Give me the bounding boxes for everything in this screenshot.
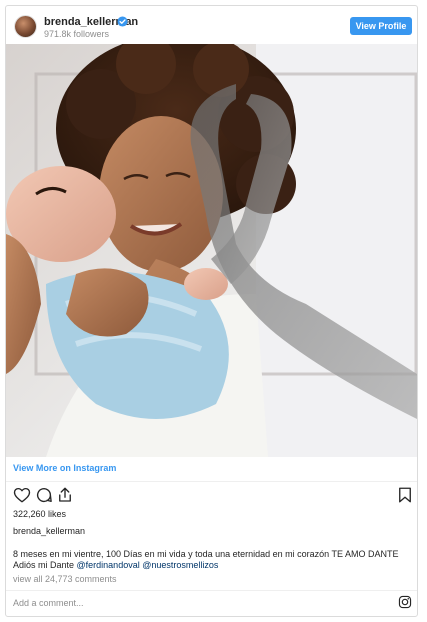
heart-icon[interactable] bbox=[13, 486, 31, 504]
mention-link[interactable]: @ferdinandoval bbox=[77, 560, 140, 570]
post-header: brenda_kellerman 971.8k followers View P… bbox=[6, 6, 417, 44]
avatar[interactable] bbox=[15, 16, 36, 37]
verified-badge-icon bbox=[117, 16, 128, 27]
mention-link[interactable]: @nuestrosmellizos bbox=[142, 560, 218, 570]
view-profile-button[interactable]: View Profile bbox=[350, 17, 412, 35]
post-actions bbox=[6, 486, 417, 506]
share-icon[interactable] bbox=[56, 486, 74, 504]
view-more-on-instagram-link[interactable]: View More on Instagram bbox=[13, 463, 116, 473]
divider bbox=[6, 481, 417, 482]
post-image[interactable] bbox=[6, 44, 417, 457]
comment-icon[interactable] bbox=[35, 486, 53, 504]
instagram-icon[interactable] bbox=[398, 595, 412, 609]
view-all-comments-link[interactable]: view all 24,773 comments bbox=[13, 574, 117, 584]
bookmark-icon[interactable] bbox=[396, 486, 414, 504]
post-author[interactable]: brenda_kellerman bbox=[13, 526, 85, 536]
divider bbox=[6, 590, 417, 591]
likes-count[interactable]: 322,260 likes bbox=[13, 509, 66, 519]
instagram-embed-card: brenda_kellerman 971.8k followers View P… bbox=[5, 5, 418, 617]
followers-count: 971.8k followers bbox=[44, 29, 110, 39]
post-photo bbox=[6, 44, 417, 457]
comment-input[interactable] bbox=[13, 595, 383, 611]
post-caption: 8 meses en mi vientre, 100 Días en mi vi… bbox=[13, 549, 411, 571]
